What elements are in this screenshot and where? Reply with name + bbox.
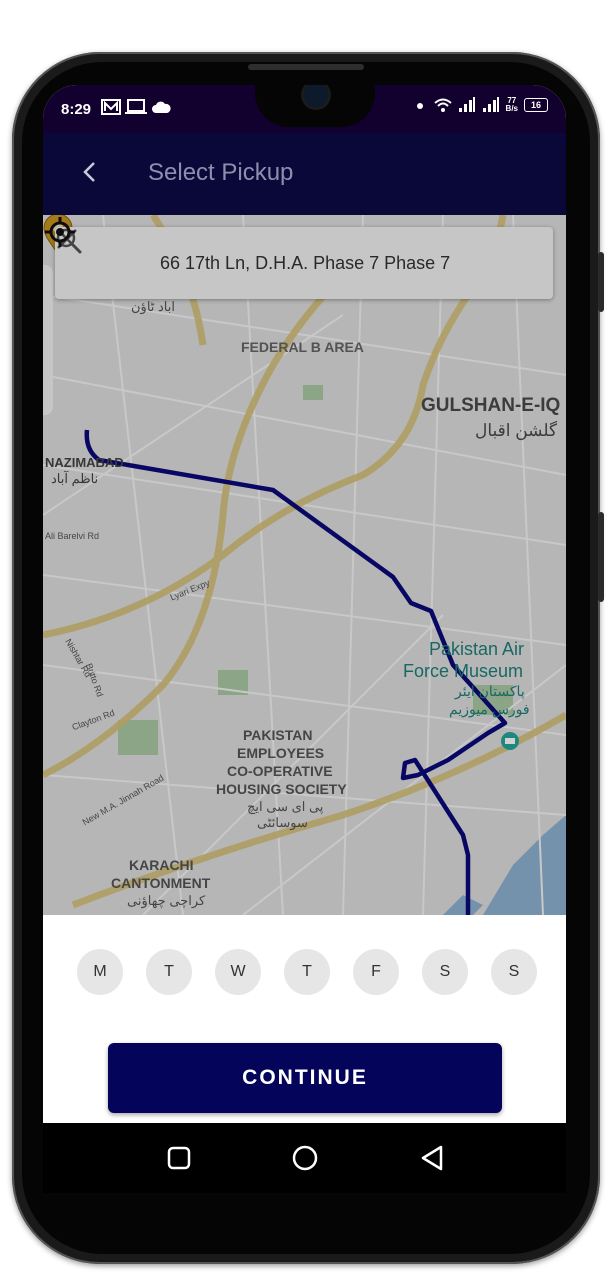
map-label: CANTONMENT — [111, 875, 211, 891]
volume-button — [598, 252, 604, 312]
map-label: سوسائٹی — [257, 815, 308, 830]
gallery-icon — [101, 99, 121, 115]
map-label: GULSHAN-E-IQ — [421, 395, 561, 416]
map-label: Pakistan Air — [429, 639, 525, 659]
day-saturday[interactable]: S — [422, 949, 468, 995]
map-label: PAKISTAN — [243, 727, 313, 743]
signal-icon — [482, 97, 499, 112]
battery-icon: 16 — [524, 98, 548, 112]
status-time: 8:29 — [61, 101, 92, 118]
day-wednesday[interactable]: W — [215, 949, 261, 995]
cloud-icon — [152, 101, 171, 113]
search-input[interactable]: 66 17th Ln, D.H.A. Phase 7 Phase 7 I — [160, 253, 452, 274]
map-label: KARACHI — [129, 857, 194, 873]
speaker-grille — [248, 64, 364, 70]
power-button — [598, 512, 604, 602]
map-label: NAZIMABAD — [45, 455, 124, 470]
system-nav-bar — [43, 1123, 566, 1193]
square-icon[interactable] — [164, 1143, 194, 1173]
day-monday[interactable]: M — [77, 949, 123, 995]
search-bar[interactable]: 66 17th Ln, D.H.A. Phase 7 Phase 7 I — [55, 227, 553, 299]
day-thursday[interactable]: T — [284, 949, 330, 995]
continue-button[interactable]: CONTINUE — [108, 1043, 502, 1113]
map-label: فورس میوزیم — [449, 701, 530, 717]
map-label: ناظم آباد — [51, 471, 99, 486]
map-label: FEDERAL B AREA — [241, 339, 364, 355]
day-friday[interactable]: F — [353, 949, 399, 995]
system-icons: 77 B/s 16 — [412, 97, 548, 113]
dot-icon — [416, 103, 423, 109]
front-camera — [304, 85, 328, 107]
notification-icons — [101, 99, 171, 115]
map-label: گلشن اقبال — [475, 421, 558, 440]
circle-icon[interactable] — [290, 1143, 320, 1173]
map-label: پاکستان ایئر — [455, 683, 525, 699]
wifi-icon — [433, 98, 452, 112]
map-label: پی ای سی ایچ — [247, 799, 324, 814]
map-label: Ali Barelvi Rd — [45, 531, 100, 541]
page-title: Select Pickup — [148, 159, 294, 186]
chevron-left-icon[interactable] — [75, 157, 105, 187]
map-label: اباد ٹاؤن — [131, 299, 175, 314]
map-label: EMPLOYEES — [237, 745, 325, 761]
triangle-back-icon[interactable] — [417, 1143, 447, 1173]
laptop-icon — [125, 99, 147, 114]
camera-notch — [255, 85, 375, 127]
map-label: کراچی چھاؤنی — [127, 893, 206, 908]
my-location-icon[interactable] — [43, 215, 77, 249]
map-label: HOUSING SOCIETY — [216, 781, 347, 797]
signal-icon — [458, 97, 475, 112]
weekday-selector: M T W T F S S — [77, 949, 537, 997]
status-bar: 8:29 77 B/s 16 — [43, 85, 566, 133]
net-speed-unit: B/s — [505, 104, 518, 113]
app-bar: Select Pickup — [43, 133, 566, 215]
net-speed: 77 B/s — [506, 97, 518, 113]
day-sunday[interactable]: S — [491, 949, 537, 995]
map-label: CO-OPERATIVE — [227, 763, 333, 779]
day-tuesday[interactable]: T — [146, 949, 192, 995]
screen: 8:29 77 B/s 16 Select Pickup اباد ٹاؤن F… — [43, 85, 566, 1123]
side-drawer-handle[interactable] — [43, 265, 53, 415]
map-view[interactable]: اباد ٹاؤن FEDERAL B AREA GULSHAN-E-IQ گل… — [43, 215, 566, 915]
map-label: Force Museum — [403, 661, 524, 681]
